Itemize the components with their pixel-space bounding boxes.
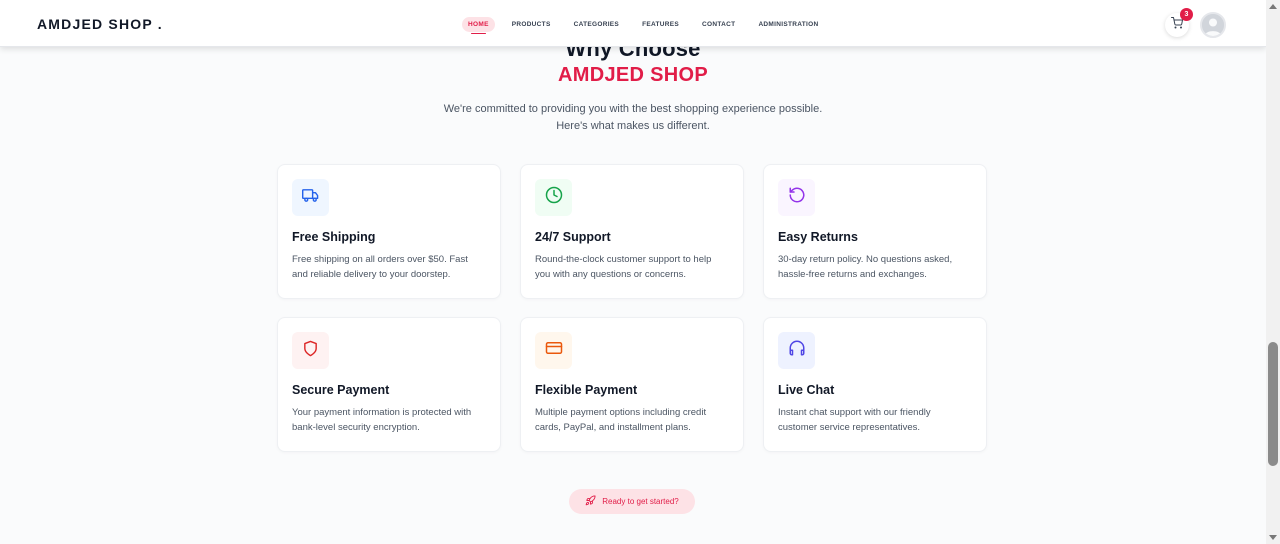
scroll-down-arrow-icon[interactable]: [1269, 535, 1277, 540]
cart-count-badge: 3: [1180, 8, 1193, 21]
feature-description: Round-the-clock customer support to help…: [535, 252, 729, 282]
nav-link-contact[interactable]: CONTACT: [696, 17, 741, 32]
feature-description-line: Round-the-clock customer support to help: [535, 254, 712, 265]
rotate-ccw-icon: [788, 186, 806, 209]
feature-card-flexible-payment: Flexible Payment Multiple payment option…: [520, 317, 744, 452]
feature-card-live-chat: Live Chat Instant chat support with our …: [763, 317, 987, 452]
feature-title: Live Chat: [778, 383, 835, 397]
nav-link-categories[interactable]: CATEGORIES: [568, 17, 626, 32]
user-avatar[interactable]: [1200, 12, 1226, 38]
feature-title: Free Shipping: [292, 230, 376, 244]
nav-link-home[interactable]: HOME: [462, 17, 495, 34]
section-brand-highlight: AMDJED SHOP: [558, 64, 708, 86]
feature-description-line: 30-day return policy. No questions asked…: [778, 254, 953, 265]
feature-description: 30-day return policy. No questions asked…: [778, 252, 972, 282]
shield-icon: [302, 340, 319, 362]
feature-card-secure-payment: Secure Payment Your payment information …: [277, 317, 501, 452]
get-started-cta-button[interactable]: Ready to get started?: [569, 489, 695, 514]
navbar: AMDJED SHOP . HOME PRODUCTS CATEGORIES F…: [0, 0, 1266, 47]
cta-label: Ready to get started?: [602, 497, 679, 506]
feature-description-line: customer service representatives.: [778, 422, 921, 433]
feature-icon-box: [292, 179, 329, 216]
feature-icon-box: [292, 332, 329, 369]
section-intro: We're committed to providing you with th…: [0, 101, 1266, 135]
feature-title: Easy Returns: [778, 230, 858, 244]
feature-description: Your payment information is protected wi…: [292, 405, 486, 435]
feature-description: Free shipping on all orders over $50. Fa…: [292, 252, 486, 282]
page: Why Choose AMDJED SHOP We're committed t…: [0, 0, 1266, 544]
feature-title: Flexible Payment: [535, 383, 638, 397]
feature-description-line: and reliable delivery to your doorstep.: [292, 269, 451, 280]
features-section-header: Why Choose AMDJED SHOP We're committed t…: [0, 36, 1266, 135]
nav-links: HOME PRODUCTS CATEGORIES FEATURES CONTAC…: [462, 17, 835, 34]
feature-description-line: Free shipping on all orders over $50. Fa…: [292, 254, 468, 265]
feature-card-support: 24/7 Support Round-the-clock customer su…: [520, 164, 744, 299]
nav-link-features[interactable]: FEATURES: [636, 17, 685, 32]
feature-title: Secure Payment: [292, 383, 390, 397]
nav-link-products[interactable]: PRODUCTS: [506, 17, 557, 32]
feature-description-line: bank-level security encryption.: [292, 422, 420, 433]
nav-link-administration[interactable]: ADMINISTRATION: [752, 17, 824, 32]
feature-description-line: Multiple payment options including credi…: [535, 407, 707, 418]
logo[interactable]: AMDJED SHOP .: [37, 16, 163, 32]
rocket-icon: [585, 493, 596, 511]
feature-icon-box: [535, 332, 572, 369]
feature-title: 24/7 Support: [535, 230, 611, 244]
truck-icon: [302, 187, 319, 209]
feature-card-easy-returns: Easy Returns 30-day return policy. No qu…: [763, 164, 987, 299]
feature-card-free-shipping: Free Shipping Free shipping on all order…: [277, 164, 501, 299]
feature-icon-box: [535, 179, 572, 216]
credit-card-icon: [545, 339, 563, 362]
feature-description-line: Instant chat support with our friendly: [778, 407, 931, 418]
feature-description: Multiple payment options including credi…: [535, 405, 729, 435]
headphones-icon: [788, 339, 806, 362]
clock-icon: [545, 186, 563, 209]
page-scrollbar[interactable]: [1266, 0, 1280, 544]
feature-description-line: Your payment information is protected wi…: [292, 407, 472, 418]
feature-description-line: hassle-free returns and exchanges.: [778, 269, 927, 280]
feature-description: Instant chat support with our friendly c…: [778, 405, 972, 435]
feature-icon-box: [778, 179, 815, 216]
scrollbar-thumb[interactable]: [1268, 342, 1278, 466]
scroll-up-arrow-icon[interactable]: [1269, 4, 1277, 9]
user-avatar-icon: [1202, 14, 1224, 36]
feature-description-line: cards, PayPal, and installment plans.: [535, 422, 691, 433]
feature-icon-box: [778, 332, 815, 369]
intro-line-1: We're committed to providing you with th…: [443, 103, 823, 115]
intro-line-2: Here's what makes us different.: [556, 120, 710, 132]
feature-description-line: you with any questions or concerns.: [535, 269, 687, 280]
